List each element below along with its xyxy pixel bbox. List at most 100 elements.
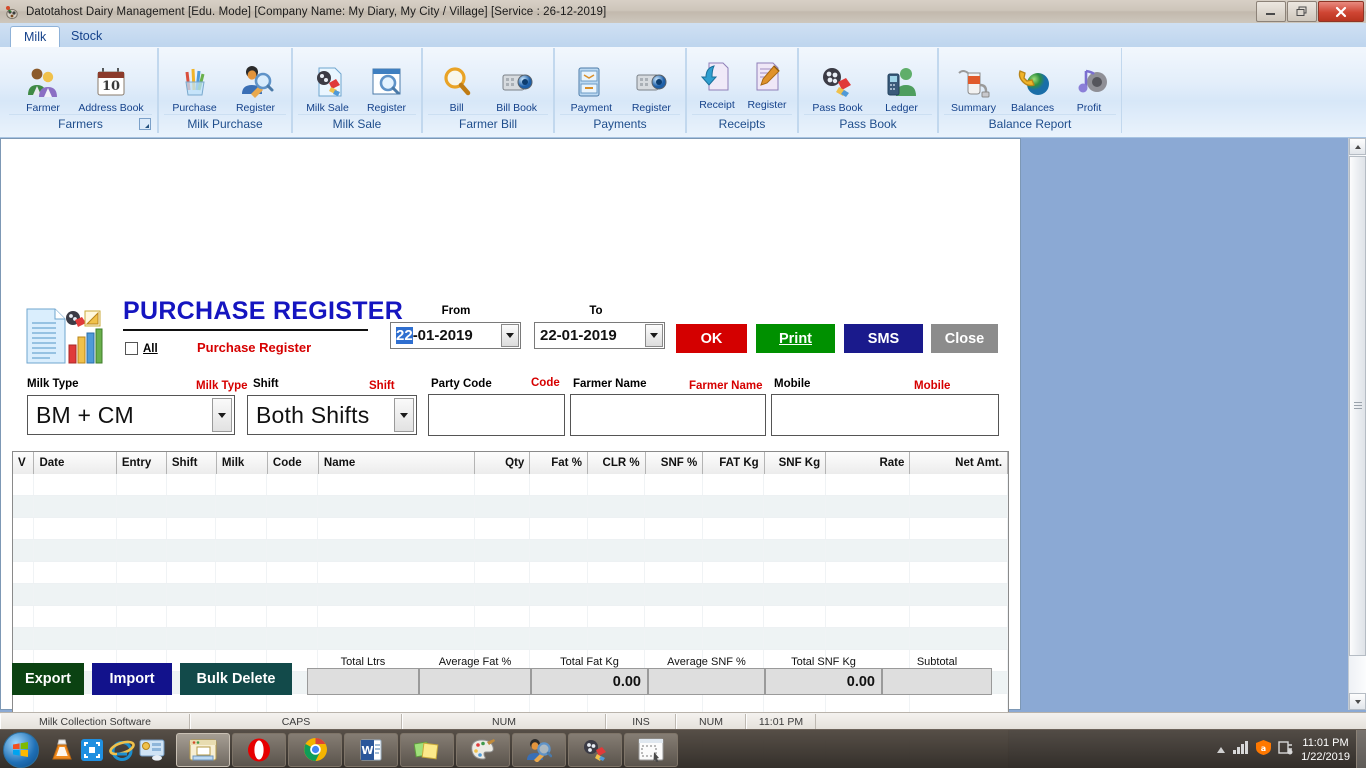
close-button[interactable]: Close — [931, 324, 998, 353]
table-cell[interactable] — [764, 606, 826, 627]
table-cell[interactable] — [34, 496, 117, 517]
table-cell[interactable] — [910, 474, 1008, 495]
table-cell[interactable] — [475, 628, 531, 649]
table-row[interactable] — [13, 628, 1008, 650]
taskbar-item-file-explorer[interactable] — [176, 732, 230, 767]
avast-icon[interactable]: a — [1256, 739, 1272, 760]
table-cell[interactable] — [703, 628, 765, 649]
table-cell[interactable] — [703, 518, 765, 539]
milk-type-dropdown-icon[interactable] — [212, 398, 232, 432]
table-cell[interactable] — [117, 584, 167, 605]
shift-dropdown-icon[interactable] — [394, 398, 414, 432]
table-cell[interactable] — [645, 628, 703, 649]
table-cell[interactable] — [216, 540, 268, 561]
table-cell[interactable] — [475, 562, 531, 583]
table-cell[interactable] — [318, 496, 475, 517]
table-cell[interactable] — [13, 584, 35, 605]
table-cell[interactable] — [530, 562, 588, 583]
table-cell[interactable] — [318, 518, 475, 539]
table-cell[interactable] — [826, 562, 911, 583]
table-cell[interactable] — [530, 606, 588, 627]
table-cell[interactable] — [216, 606, 268, 627]
ribbon-button-milk-sale[interactable]: Milk Sale — [298, 63, 357, 114]
table-cell[interactable] — [117, 606, 167, 627]
table-cell[interactable] — [216, 628, 268, 649]
table-cell[interactable] — [34, 628, 117, 649]
ribbon-button-balances[interactable]: Balances — [1003, 63, 1062, 114]
table-cell[interactable] — [588, 606, 646, 627]
table-cell[interactable] — [117, 628, 167, 649]
table-cell[interactable] — [910, 540, 1008, 561]
ribbon-button-summary[interactable]: Summary — [944, 63, 1003, 114]
grid-column-header[interactable]: Net Amt. — [910, 452, 1008, 474]
internet-explorer-icon[interactable] — [107, 734, 137, 766]
taskbar-clock[interactable]: 11:01 PM 1/22/2019 — [1301, 736, 1350, 764]
scrollbar-thumb[interactable] — [1349, 156, 1366, 656]
table-cell[interactable] — [318, 474, 475, 495]
import-button[interactable]: Import — [92, 663, 172, 695]
table-cell[interactable] — [588, 562, 646, 583]
table-cell[interactable] — [645, 584, 703, 605]
table-cell[interactable] — [34, 474, 117, 495]
table-cell[interactable] — [475, 496, 531, 517]
table-cell[interactable] — [826, 540, 911, 561]
table-cell[interactable] — [34, 518, 117, 539]
table-cell[interactable] — [764, 628, 826, 649]
table-cell[interactable] — [318, 606, 475, 627]
table-cell[interactable] — [764, 562, 826, 583]
table-cell[interactable] — [910, 584, 1008, 605]
table-cell[interactable] — [475, 518, 531, 539]
ribbon-button-sale-register[interactable]: Register — [357, 63, 416, 114]
table-cell[interactable] — [216, 562, 268, 583]
table-cell[interactable] — [703, 606, 765, 627]
close-button-titlebar[interactable] — [1318, 1, 1364, 22]
table-cell[interactable] — [910, 606, 1008, 627]
taskbar-item-snipping-tool[interactable] — [624, 732, 678, 767]
table-row[interactable] — [13, 518, 1008, 540]
ribbon-button-farmer[interactable]: Farmer — [9, 63, 77, 114]
taskbar-item-word[interactable]: W — [344, 732, 398, 767]
table-cell[interactable] — [764, 540, 826, 561]
table-cell[interactable] — [588, 628, 646, 649]
ribbon-button-purchase[interactable]: Purchase — [164, 63, 225, 114]
table-row[interactable] — [13, 562, 1008, 584]
party-code-input[interactable] — [428, 394, 565, 436]
table-cell[interactable] — [267, 496, 319, 517]
tab-stock[interactable]: Stock — [58, 26, 115, 47]
table-cell[interactable] — [267, 606, 319, 627]
table-cell[interactable] — [167, 628, 217, 649]
table-cell[interactable] — [703, 540, 765, 561]
table-cell[interactable] — [267, 474, 319, 495]
table-cell[interactable] — [117, 562, 167, 583]
ribbon-button-profit[interactable]: Profit — [1062, 63, 1116, 114]
table-cell[interactable] — [703, 496, 765, 517]
table-cell[interactable] — [34, 562, 117, 583]
all-checkbox-box[interactable] — [125, 342, 138, 355]
grid-column-header[interactable]: Entry — [116, 452, 167, 474]
grid-column-header[interactable]: Code — [267, 452, 319, 474]
ribbon-button-pass-book[interactable]: Pass Book — [804, 63, 871, 114]
table-cell[interactable] — [588, 518, 646, 539]
table-cell[interactable] — [267, 518, 319, 539]
table-cell[interactable] — [764, 518, 826, 539]
table-cell[interactable] — [826, 606, 911, 627]
taskbar-item-chrome[interactable] — [288, 732, 342, 767]
table-cell[interactable] — [167, 474, 217, 495]
show-desktop-button[interactable] — [1356, 730, 1366, 768]
taskbar-item-dairy-register[interactable] — [512, 732, 566, 767]
table-cell[interactable] — [117, 518, 167, 539]
ribbon-button-receipt-register[interactable]: Register — [742, 60, 792, 111]
table-cell[interactable] — [588, 540, 646, 561]
table-cell[interactable] — [117, 540, 167, 561]
table-row[interactable] — [13, 584, 1008, 606]
table-cell[interactable] — [588, 474, 646, 495]
export-button[interactable]: Export — [12, 663, 84, 695]
table-cell[interactable] — [34, 606, 117, 627]
ribbon-button-purchase-register[interactable]: Register — [225, 63, 286, 114]
table-cell[interactable] — [475, 474, 531, 495]
ribbon-button-address-book[interactable]: 10 Address Book — [77, 63, 145, 114]
table-cell[interactable] — [167, 562, 217, 583]
table-cell[interactable] — [318, 584, 475, 605]
table-cell[interactable] — [764, 474, 826, 495]
network-signal-icon[interactable] — [1233, 740, 1249, 759]
